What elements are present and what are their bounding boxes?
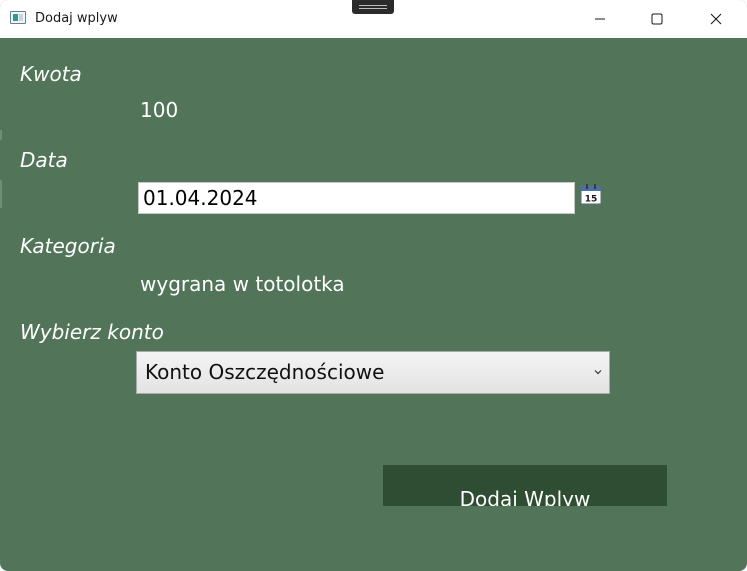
maximize-button[interactable] [633,0,681,38]
maximize-icon [651,13,663,25]
account-select[interactable]: Konto Oszczędnościowe [136,351,610,394]
add-income-button-label: Dodaj Wplyw [459,487,591,506]
calendar-icon-day: 15 [585,195,598,205]
date-picker-input[interactable]: 01.04.2024 [138,182,575,214]
chevron-down-icon [594,370,602,375]
minimize-button[interactable] [576,0,624,38]
category-label: Kategoria [20,234,116,258]
drag-handle-icon[interactable] [352,0,394,14]
app-window: Dodaj wplyw Kwota 100 Data 01.04.2024 15… [0,0,747,571]
add-income-button[interactable]: Dodaj Wplyw [383,465,667,506]
window-edge-mark [0,180,2,208]
amount-value: 100 [140,98,179,122]
calendar-icon: 15 [580,184,602,205]
window-title: Dodaj wplyw [35,11,118,26]
category-value: wygrana w totolotka [140,272,345,296]
date-label: Data [20,148,68,172]
title-bar[interactable]: Dodaj wplyw [0,0,747,38]
app-window-icon [10,11,26,24]
amount-label: Kwota [20,62,82,86]
account-selected-value: Konto Oszczędnościowe [145,360,385,384]
close-button[interactable] [692,0,740,38]
window-edge-mark [0,130,2,140]
minimize-icon [595,18,605,20]
close-icon [710,13,722,25]
account-label: Wybierz konto [20,320,164,344]
calendar-button[interactable]: 15 [580,183,602,205]
